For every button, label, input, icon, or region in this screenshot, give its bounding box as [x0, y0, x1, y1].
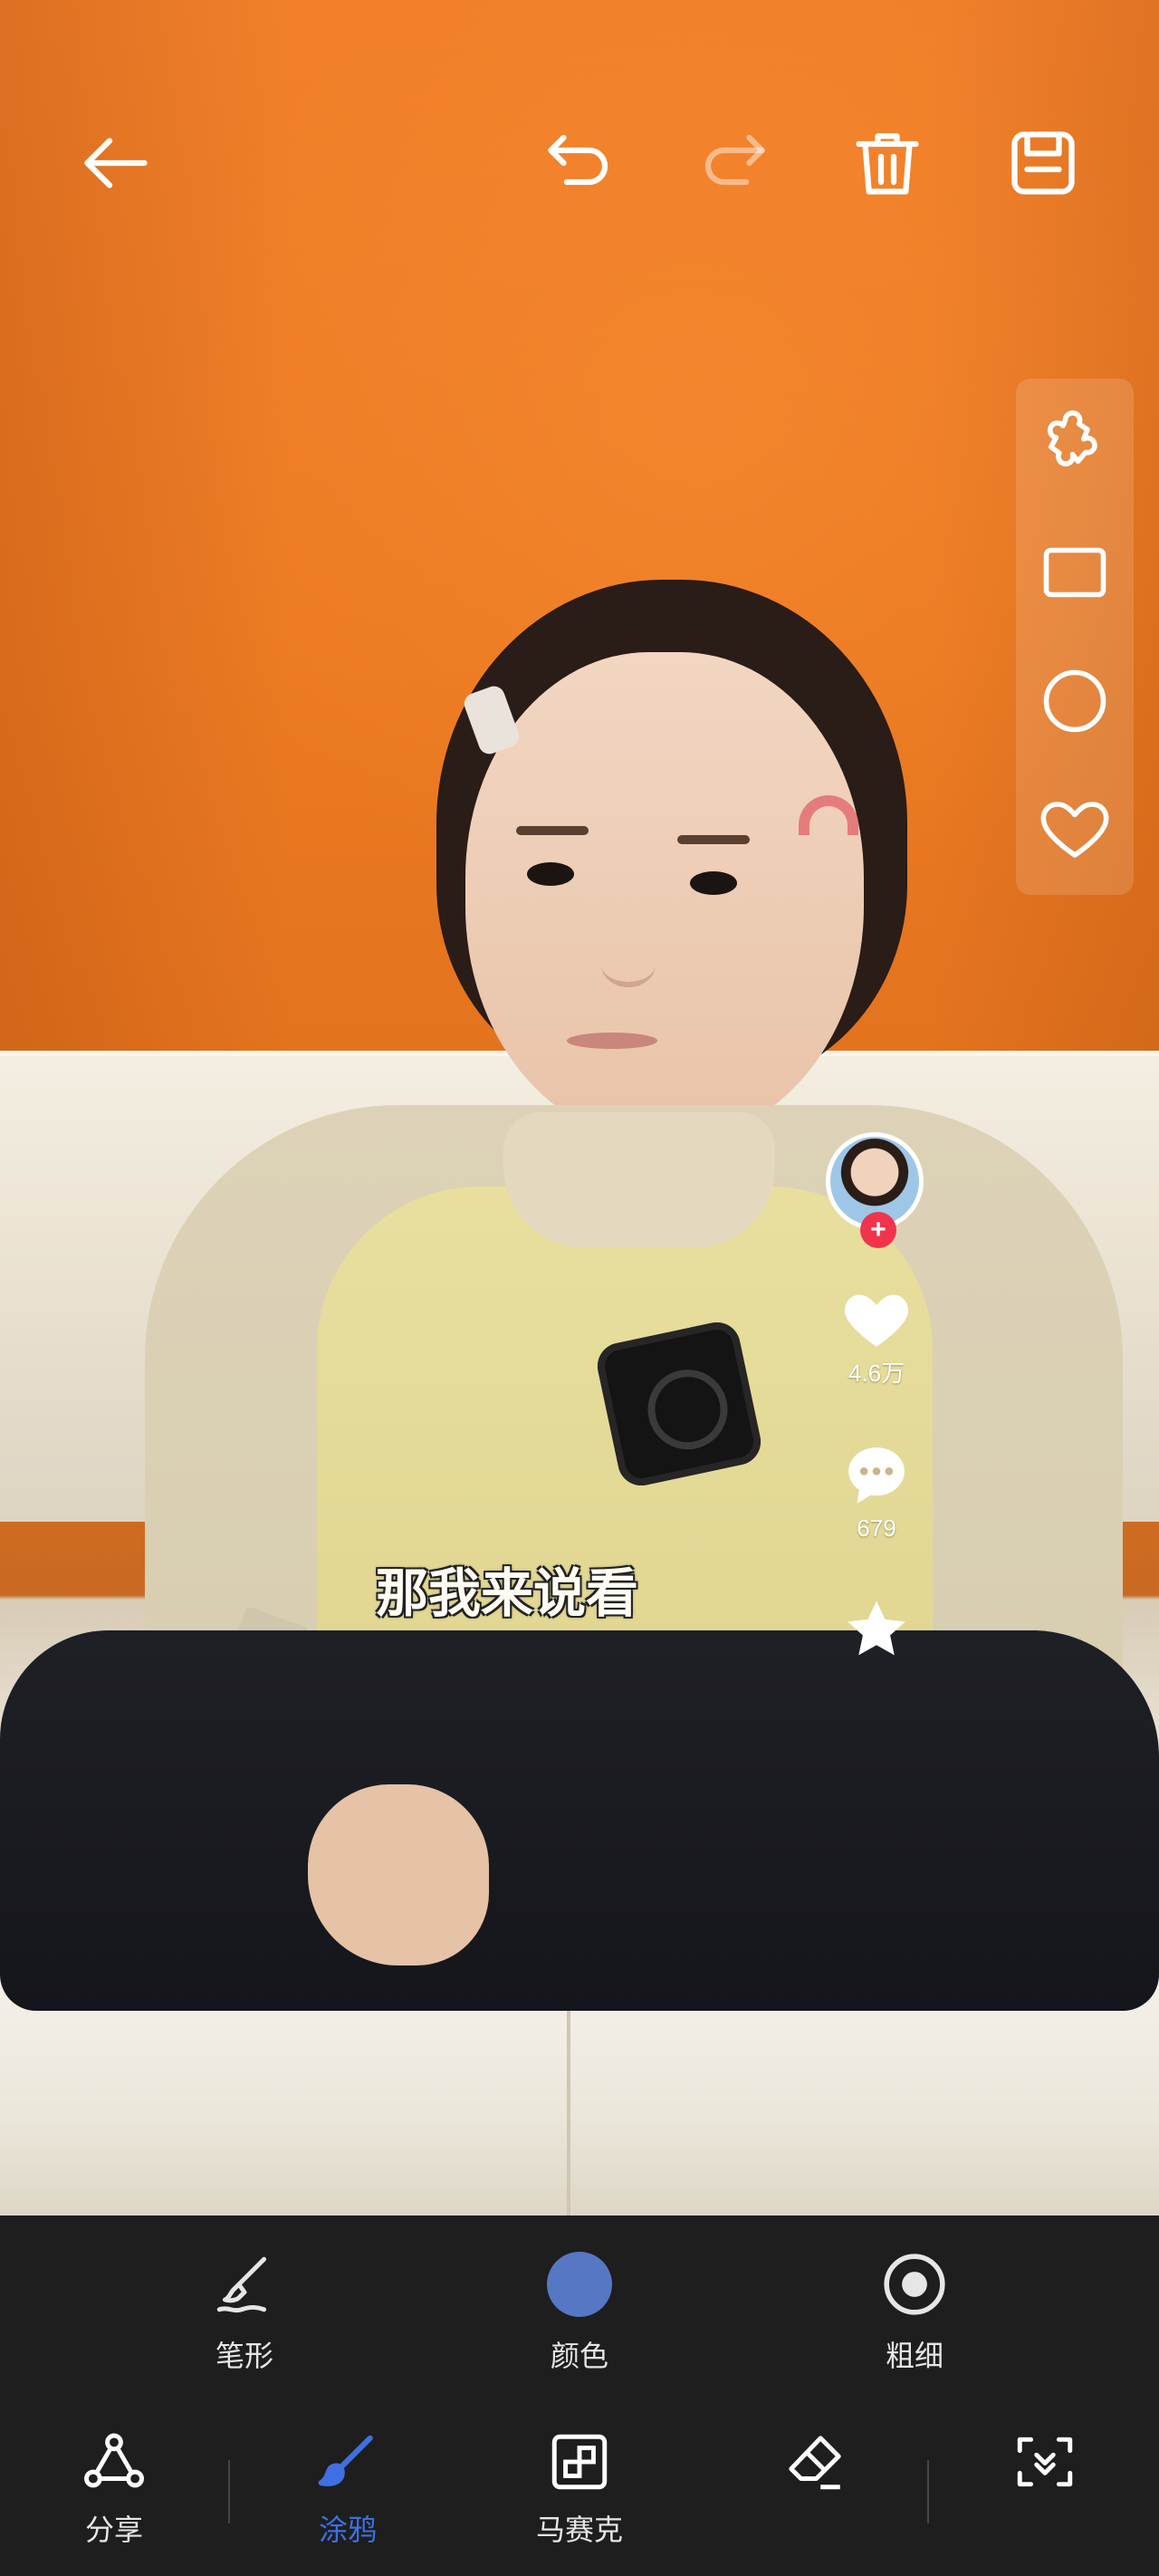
sweater-collar	[503, 1112, 775, 1248]
rectangle-icon	[1043, 547, 1106, 598]
left-eye	[527, 862, 574, 886]
trash-icon	[856, 133, 919, 195]
brush-shape-button[interactable]: 笔形	[154, 2248, 335, 2375]
doodle-label: 涂鸦	[318, 2514, 377, 2546]
edit-mode-row: 分享 涂鸦 马赛克	[0, 2406, 1159, 2576]
circle-icon	[1043, 669, 1106, 733]
shape-heart-button[interactable]	[1030, 784, 1120, 875]
undo-button[interactable]	[534, 118, 625, 208]
mosaic-label: 马赛克	[535, 2514, 623, 2546]
share-button[interactable]: 分享	[33, 2426, 196, 2549]
eraser-icon	[789, 2436, 841, 2490]
scroll-capture-button[interactable]	[963, 2426, 1126, 2498]
share-icon	[84, 2433, 144, 2488]
video-subtitle: 那我来说看	[375, 1562, 638, 1624]
save-button[interactable]	[998, 118, 1088, 208]
mouth	[567, 1033, 657, 1049]
back-button[interactable]	[71, 118, 161, 208]
pen-icon	[318, 2435, 373, 2487]
video-comment: 679	[815, 1442, 938, 1543]
video-like: 4.6万	[815, 1286, 938, 1389]
puzzle-icon	[1047, 410, 1097, 466]
mosaic-icon	[551, 2434, 608, 2490]
delete-button[interactable]	[842, 118, 933, 208]
stroke-size-button[interactable]: 粗细	[824, 2248, 1005, 2375]
current-color-swatch	[547, 2252, 612, 2317]
comment-bubble-icon	[848, 1447, 905, 1504]
video-follow-badge: +	[860, 1212, 896, 1248]
doodle-button[interactable]: 涂鸦	[266, 2426, 429, 2549]
stroke-size-label: 粗细	[885, 2340, 943, 2372]
redo-icon	[704, 134, 765, 186]
brush-shape-icon	[216, 2256, 267, 2313]
clip-microphone	[593, 1318, 765, 1490]
photo-canvas[interactable]: + 4.6万 679 那我来说看	[0, 0, 1159, 2216]
color-button[interactable]: 颜色	[489, 2248, 670, 2375]
black-pants	[0, 1630, 1159, 2011]
share-label: 分享	[84, 2514, 143, 2546]
right-brow	[677, 835, 750, 844]
mosaic-button[interactable]: 马赛克	[498, 2426, 661, 2549]
shape-puzzle-button[interactable]	[1030, 399, 1120, 489]
scroll-capture-icon	[1017, 2437, 1073, 2487]
eraser-button[interactable]	[733, 2426, 896, 2498]
divider	[927, 2460, 929, 2523]
color-label: 颜色	[550, 2340, 608, 2372]
left-brow	[516, 826, 589, 835]
redo-button[interactable]	[688, 118, 779, 208]
undo-icon	[548, 134, 608, 186]
nose	[601, 942, 656, 987]
heart-filled-icon	[845, 1294, 908, 1347]
shape-palette	[1016, 379, 1134, 895]
child-face	[465, 652, 864, 1141]
arrow-left-icon	[84, 138, 148, 188]
stroke-size-icon	[884, 2254, 945, 2315]
heart-outline-icon	[1040, 802, 1109, 858]
shape-circle-button[interactable]	[1030, 656, 1120, 746]
brush-shape-label: 笔形	[215, 2340, 273, 2372]
comment-count: 679	[857, 1514, 896, 1542]
right-eye	[690, 871, 737, 895]
shape-rectangle-button[interactable]	[1030, 527, 1120, 618]
brush-options-row: 笔形 颜色 粗细	[0, 2216, 1159, 2397]
edit-panel: 笔形 颜色 粗细 分享 涂鸦 马赛克	[0, 2216, 1159, 2576]
top-toolbar	[0, 118, 1159, 208]
save-icon	[1011, 131, 1075, 195]
divider	[228, 2460, 230, 2523]
like-count: 4.6万	[848, 1360, 905, 1387]
hand	[308, 1784, 489, 1966]
